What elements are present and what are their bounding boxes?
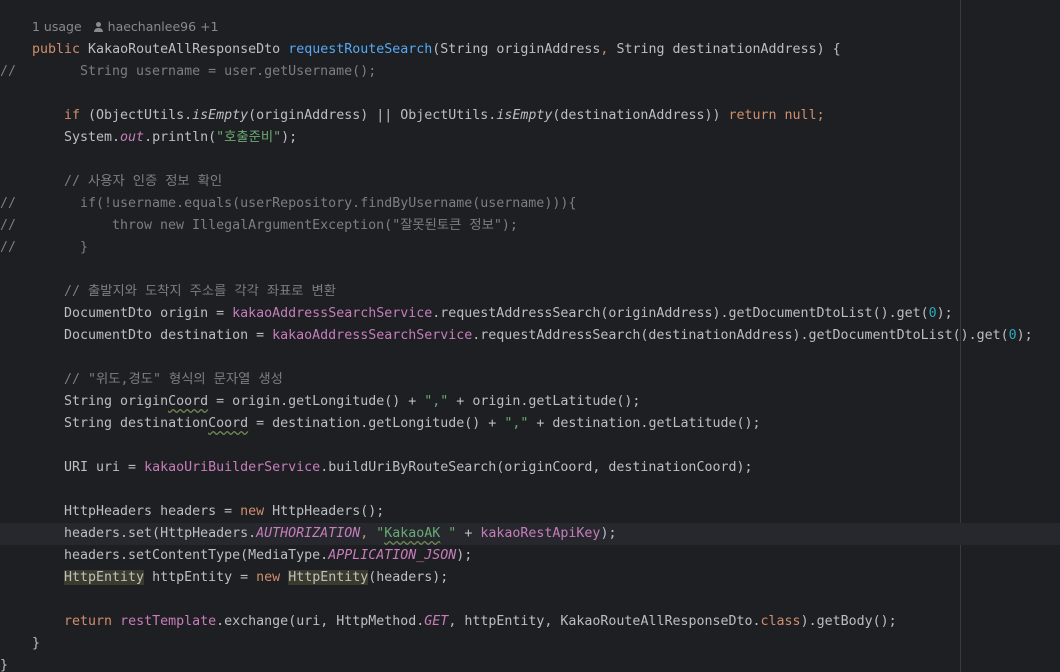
code-line-headers-set[interactable]: headers.set(HttpHeaders.AUTHORIZATION, "… xyxy=(0,523,1060,545)
code-line-destination[interactable]: DocumentDto destination = kakaoAddressSe… xyxy=(0,325,1060,347)
code-line-destination-coord[interactable]: String destinationCoord = destination.ge… xyxy=(0,413,1060,435)
origin-coord-statement: String originCoord = origin.getLongitude… xyxy=(64,394,641,409)
code-line-signature[interactable]: public KakaoRouteAllResponseDto requestR… xyxy=(0,39,1060,61)
commented-code: } xyxy=(80,240,89,255)
comment-text: // 출발지와 도착지 주소를 각각 좌표로 변환 xyxy=(64,284,337,299)
code-line-close-method[interactable]: } xyxy=(0,633,1060,655)
code-editor[interactable]: 1 usage haechanlee96 +1 public KakaoRoute… xyxy=(0,0,1060,672)
comment-text: // "위도,경도" 형식의 문자열 생성 xyxy=(64,372,283,387)
code-line-comment-if[interactable]: // if(!username.equals(userRepository.fi… xyxy=(0,193,1060,215)
commented-code: throw new IllegalArgumentException("잘못된토… xyxy=(112,218,518,233)
code-line-origin-coord[interactable]: String originCoord = origin.getLongitude… xyxy=(0,391,1060,413)
if-statement: if (ObjectUtils.isEmpty(originAddress) |… xyxy=(64,108,825,123)
person-icon xyxy=(93,22,103,32)
author-name[interactable]: haechanlee96 xyxy=(108,19,196,34)
http-headers-statement: HttpHeaders headers = new HttpHeaders(); xyxy=(64,504,385,519)
code-vision-hint[interactable]: 1 usage haechanlee96 +1 xyxy=(32,17,219,37)
origin-statement: DocumentDto origin = kakaoAddressSearchS… xyxy=(64,306,953,321)
closing-brace: } xyxy=(0,658,9,672)
more-authors[interactable]: +1 xyxy=(200,19,218,34)
closing-brace: } xyxy=(32,636,41,651)
commented-code: String username = user.getUsername(); xyxy=(80,64,377,79)
comment-marker: // xyxy=(0,64,17,79)
content-type-statement: headers.setContentType(MediaType.APPLICA… xyxy=(64,548,473,563)
return-statement: return restTemplate.exchange(uri, HttpMe… xyxy=(64,614,897,629)
comment-marker: // xyxy=(0,240,17,255)
uri-statement: URI uri = kakaoUriBuilderService.buildUr… xyxy=(64,460,753,475)
code-line-if-empty[interactable]: if (ObjectUtils.isEmpty(originAddress) |… xyxy=(0,105,1060,127)
code-line-comment-auth[interactable]: // 사용자 인증 정보 확인 xyxy=(0,171,1060,193)
comment-marker: // xyxy=(0,196,17,211)
code-line-uri[interactable]: URI uri = kakaoUriBuilderService.buildUr… xyxy=(0,457,1060,479)
code-line-http-headers[interactable]: HttpHeaders headers = new HttpHeaders(); xyxy=(0,501,1060,523)
usages-count[interactable]: 1 usage xyxy=(32,19,82,34)
headers-set-statement: headers.set(HttpHeaders.AUTHORIZATION, "… xyxy=(64,526,617,541)
code-line-http-entity[interactable]: HttpEntity httpEntity = new HttpEntity(h… xyxy=(0,567,1060,589)
destination-coord-statement: String destinationCoord = destination.ge… xyxy=(64,416,761,431)
http-entity-statement: HttpEntity httpEntity = new HttpEntity(h… xyxy=(64,570,449,585)
code-line-comment-throw[interactable]: // throw new IllegalArgumentException("잘… xyxy=(0,215,1060,237)
code-line-comment-coord[interactable]: // "위도,경도" 형식의 문자열 생성 xyxy=(0,369,1060,391)
code-line-origin[interactable]: DocumentDto origin = kakaoAddressSearchS… xyxy=(0,303,1060,325)
code-line-comment-username[interactable]: // String username = user.getUsername(); xyxy=(0,61,1060,83)
destination-statement: DocumentDto destination = kakaoAddressSe… xyxy=(64,328,1033,343)
comment-text: // 사용자 인증 정보 확인 xyxy=(64,174,223,189)
code-line-content-type[interactable]: headers.setContentType(MediaType.APPLICA… xyxy=(0,545,1060,567)
commented-code: if(!username.equals(userRepository.findB… xyxy=(80,196,577,211)
code-line-return[interactable]: return restTemplate.exchange(uri, HttpMe… xyxy=(0,611,1060,633)
method-signature: public KakaoRouteAllResponseDto requestR… xyxy=(32,42,841,57)
println-statement: System.out.println("호출준비"); xyxy=(64,130,298,145)
code-line-println[interactable]: System.out.println("호출준비"); xyxy=(0,127,1060,149)
code-line-close-class[interactable]: } xyxy=(0,655,1060,672)
code-line-comment-convert[interactable]: // 출발지와 도착지 주소를 각각 좌표로 변환 xyxy=(0,281,1060,303)
code-line-comment-brace[interactable]: // } xyxy=(0,237,1060,259)
comment-marker: // xyxy=(0,218,17,233)
